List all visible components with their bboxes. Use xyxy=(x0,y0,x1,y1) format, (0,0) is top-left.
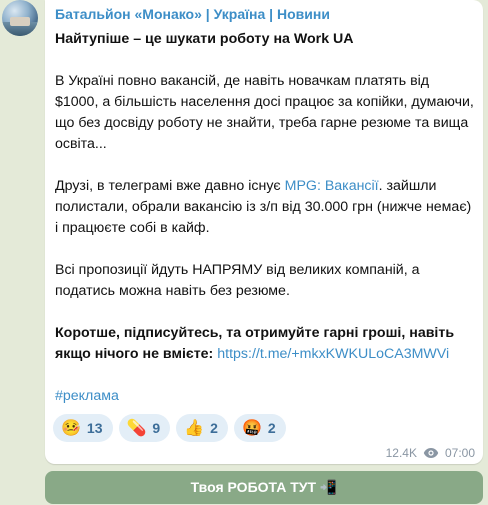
reaction-count: 2 xyxy=(267,420,276,436)
view-count: 12.4K xyxy=(385,446,417,460)
sick-face-icon: 🤒 xyxy=(61,420,81,437)
message-meta: 12.4K 07:00 xyxy=(386,446,475,460)
vacancies-channel-link[interactable]: MPG: Вакансії xyxy=(285,178,379,194)
channel-avatar[interactable] xyxy=(2,0,38,36)
reaction-count: 9 xyxy=(152,420,161,436)
pill-icon: 💊 xyxy=(126,420,147,437)
paragraph-3: Всі пропозиції йдуть НАПРЯМУ від великих… xyxy=(55,262,420,299)
paragraph-2-start: Друзі, в телеграмі вже давно існує xyxy=(55,178,285,194)
reaction-sick-face[interactable]: 🤒 13 xyxy=(53,414,113,442)
post-title: Найтупіше – це шукати роботу на Work UA xyxy=(55,31,354,47)
paragraph-1: В Україні повно вакансій, де навіть нова… xyxy=(55,73,474,152)
eye-icon xyxy=(423,448,439,458)
reaction-pill[interactable]: 💊 9 xyxy=(118,414,171,442)
reaction-thumbs-up[interactable]: 👍 2 xyxy=(176,414,228,442)
paragraph-2: Друзі, в телеграмі вже давно існує MPG: … xyxy=(55,176,475,239)
reaction-count: 13 xyxy=(86,420,103,436)
hashtag-link[interactable]: #реклама xyxy=(55,388,119,404)
reaction-cursing-face[interactable]: 🤬 2 xyxy=(233,414,286,442)
message-text: Найтупіше – це шукати роботу на Work UA … xyxy=(55,29,475,428)
cursing-face-icon: 🤬 xyxy=(241,420,262,437)
reaction-count: 2 xyxy=(210,420,218,436)
invite-link[interactable]: https://t.me/+mkxKWKULoCA3MWVi xyxy=(217,346,449,362)
reactions-row: 🤒 13 💊 9 👍 2 🤬 2 xyxy=(53,414,286,442)
work-here-button[interactable]: Твоя РОБОТА ТУТ 📲 xyxy=(45,471,483,504)
paragraph-4: Коротше, підписуйтесь, та отримуйте гарн… xyxy=(55,323,475,365)
thumbs-up-icon: 👍 xyxy=(184,420,205,437)
message-time: 07:00 xyxy=(444,446,475,460)
message-bubble: Батальйон «Монако» | Україна | Новини На… xyxy=(45,0,483,464)
channel-name[interactable]: Батальйон «Монако» | Україна | Новини xyxy=(55,6,330,22)
avatar-building xyxy=(10,17,30,26)
